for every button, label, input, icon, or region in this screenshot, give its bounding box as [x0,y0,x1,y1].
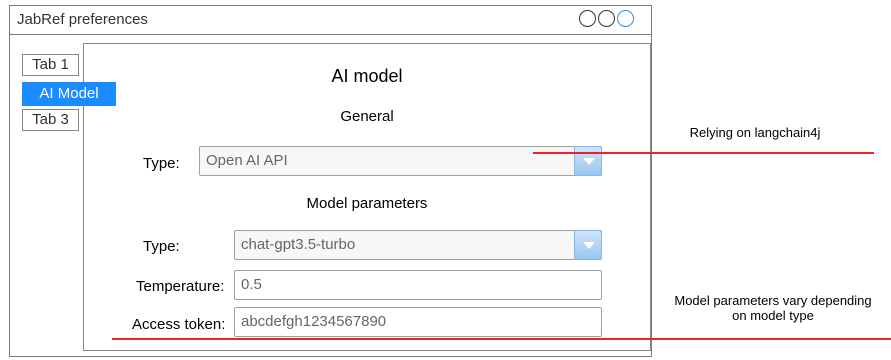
model-params-annotation-text: Model parameters vary depending on model… [660,293,886,323]
model-params-annotation-line-1: Model parameters vary depending [674,293,872,308]
model-type-value: chat-gpt3.5-turbo [241,236,356,253]
title-bar: JabRef preferences [10,6,651,35]
chevron-down-icon[interactable] [574,230,602,260]
temperature-input[interactable]: 0.5 [234,270,602,300]
general-type-label: Type: [143,155,180,172]
temperature-value: 0.5 [241,276,262,293]
langchain-annotation-text: Relying on langchain4j [689,125,821,140]
panel-title: AI model [331,66,403,86]
model-parameters-heading: Model parameters [306,195,428,212]
temperature-label: Temperature: [136,278,225,295]
langchain-annotation-line [533,152,874,154]
ai-model-panel: AI model General Type: Open AI API Model… [83,43,651,351]
access-token-label: Access token: [132,316,226,333]
window-title: JabRef preferences [17,11,148,28]
model-params-annotation-line [112,338,891,340]
model-params-annotation-line-2: on model type [732,308,814,323]
general-type-select[interactable]: Open AI API [199,146,602,176]
tab-1[interactable]: Tab 1 [22,54,79,76]
preferences-window: JabRef preferences AI model General Type… [9,5,652,357]
tab-ai-model[interactable]: AI Model [22,82,116,106]
access-token-value: abcdefgh1234567890 [241,313,387,330]
general-type-value: Open AI API [206,152,288,169]
tab-3[interactable]: Tab 3 [22,109,79,131]
chevron-down-icon[interactable] [574,146,602,176]
minimize-button[interactable] [579,10,596,27]
access-token-input[interactable]: abcdefgh1234567890 [234,307,602,337]
model-type-select[interactable]: chat-gpt3.5-turbo [234,230,602,260]
close-button[interactable] [617,10,634,27]
model-type-label: Type: [143,238,180,255]
maximize-button[interactable] [598,10,615,27]
general-heading: General [340,108,394,125]
